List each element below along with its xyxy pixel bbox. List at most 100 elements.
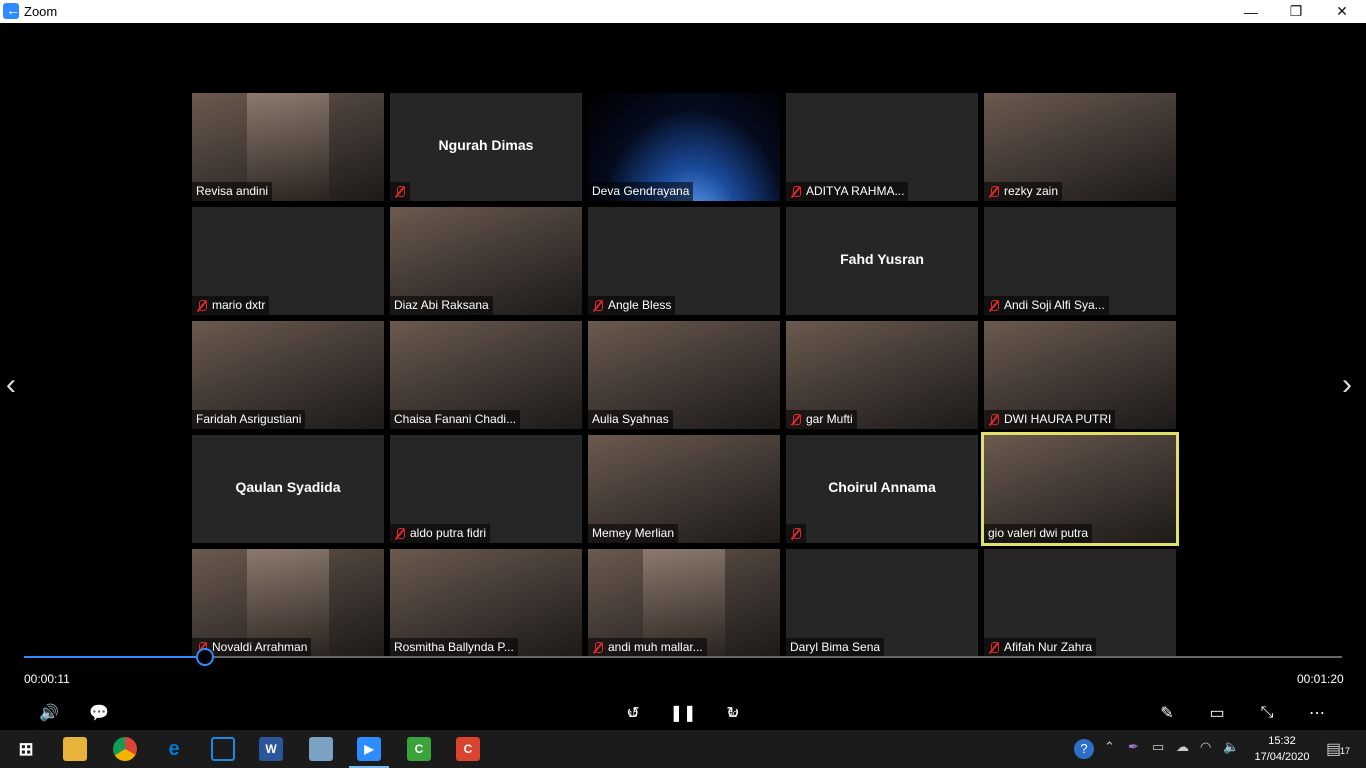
forward-30-button[interactable]: ↻ 30 (721, 702, 745, 724)
participant-label: Rosmitha Ballynda P... (390, 638, 518, 657)
participant-center-name: Ngurah Dimas (438, 137, 534, 153)
speaker-icon[interactable]: 🔈 (1223, 739, 1239, 755)
participant-tile[interactable]: Afifah Nur Zahra (984, 549, 1176, 657)
participant-tile[interactable]: Qaulan Syadida (192, 435, 384, 543)
camtasia-icon[interactable]: C (407, 737, 431, 761)
system-clock[interactable]: 15:32 17/04/2020 (1252, 733, 1312, 765)
participant-tile[interactable]: aldo putra fidri (390, 435, 582, 543)
muted-microphone-icon (790, 185, 802, 198)
close-button[interactable]: ✕ (1319, 0, 1365, 23)
participant-tile[interactable]: Angle Bless (588, 207, 780, 315)
participant-tile[interactable]: Andi Soji Alfi Sya... (984, 207, 1176, 315)
rewind-10-button[interactable]: ↺ 10 (621, 702, 645, 724)
volume-icon[interactable]: 🔊 (37, 702, 61, 724)
exit-fullscreen-icon[interactable]: ⤡ (1255, 702, 1279, 724)
chrome-icon[interactable] (113, 737, 137, 761)
participant-label: Revisa andini (192, 182, 273, 201)
participant-tile[interactable]: Diaz Abi Raksana (390, 207, 582, 315)
muted-microphone-icon (988, 299, 1000, 312)
participant-tile[interactable]: DWI HAURA PUTRI (984, 321, 1176, 429)
participant-tile[interactable]: Aulia Syahnas (588, 321, 780, 429)
participant-tile[interactable]: Deva Gendrayana (588, 93, 780, 201)
participant-name: Afifah Nur Zahra (1004, 640, 1093, 654)
participant-label: Memey Merlian (588, 524, 679, 543)
participant-tile[interactable]: mario dxtr (192, 207, 384, 315)
participant-tile[interactable]: ADITYA RAHMA... (786, 93, 978, 201)
participant-tile[interactable]: gio valeri dwi putra (981, 432, 1179, 546)
participant-tile[interactable]: Faridah Asrigustiani (192, 321, 384, 429)
onedrive-icon[interactable]: ☁ (1176, 739, 1189, 755)
restore-button[interactable]: ❐ (1273, 0, 1319, 23)
clock-date: 17/04/2020 (1254, 751, 1310, 763)
participant-center-name: Choirul Annama (828, 479, 936, 495)
participant-tile[interactable]: Memey Merlian (588, 435, 780, 543)
seek-bar[interactable] (24, 648, 1342, 666)
participant-label (390, 182, 410, 201)
camtasia-recorder-icon[interactable]: C (456, 737, 480, 761)
windows-start-icon[interactable]: ⊞ (14, 737, 38, 761)
zoom-taskbar-icon[interactable]: ▶ (357, 737, 381, 761)
video-stage: Revisa andini Ngurah Dimas Deva Gendrayana… (0, 23, 1366, 730)
next-page-arrow-icon[interactable]: › (1342, 368, 1352, 402)
participant-name: Daryl Bima Sena (790, 640, 881, 654)
rewind-seconds: 10 (628, 710, 638, 719)
participant-tile[interactable]: Fahd Yusran (786, 207, 978, 315)
participant-label: Chaisa Fanani Chadi... (390, 410, 521, 429)
edge-icon[interactable]: e (162, 737, 186, 761)
pen-tray-icon[interactable]: ✒ (1128, 739, 1139, 755)
participant-tile[interactable]: Revisa andini (192, 93, 384, 201)
participant-name: Andi Soji Alfi Sya... (1004, 298, 1105, 312)
participant-label: Angle Bless (588, 296, 676, 315)
help-icon[interactable]: ? (1074, 739, 1094, 759)
more-options-icon[interactable]: ⋯ (1305, 702, 1329, 724)
participant-label: DWI HAURA PUTRI (984, 410, 1116, 429)
file-explorer-icon[interactable] (63, 737, 87, 761)
remote-desktop-icon[interactable] (211, 737, 235, 761)
captions-icon[interactable]: 💬 (87, 702, 111, 724)
participant-label: Afifah Nur Zahra (984, 638, 1097, 657)
muted-microphone-icon (988, 413, 1000, 426)
back-arrow-icon[interactable]: ← (6, 2, 20, 18)
windows-taskbar: ⊞ e W ▶ C C ? ⌃ ✒ ▭ ☁ ◠ 🔈 15:32 17/04/20… (0, 730, 1366, 768)
forward-seconds: 30 (728, 710, 738, 719)
elapsed-time: 00:00:11 (24, 672, 70, 686)
participant-label: Andi Soji Alfi Sya... (984, 296, 1109, 315)
participant-name: Chaisa Fanani Chadi... (394, 412, 517, 426)
participant-tile[interactable]: Rosmitha Ballynda P... (390, 549, 582, 657)
participant-tile[interactable]: gar Mufti (786, 321, 978, 429)
action-center-icon[interactable]: ▤ (1326, 739, 1341, 759)
word-icon[interactable]: W (259, 737, 283, 761)
muted-microphone-icon (988, 185, 1000, 198)
participant-tile[interactable]: rezky zain (984, 93, 1176, 201)
participant-name: Rosmitha Ballynda P... (394, 640, 514, 654)
notification-count: 17 (1340, 746, 1351, 756)
participant-label: ADITYA RAHMA... (786, 182, 909, 201)
participant-name: Memey Merlian (592, 526, 675, 540)
previous-page-arrow-icon[interactable]: ‹ (6, 368, 16, 402)
participant-label: andi muh mallar... (588, 638, 707, 657)
battery-icon[interactable]: ▭ (1152, 739, 1164, 755)
participant-tile[interactable]: Novaldi Arrahman (192, 549, 384, 657)
participant-label: Diaz Abi Raksana (390, 296, 493, 315)
wifi-icon[interactable]: ◠ (1200, 739, 1211, 755)
participant-tile[interactable]: Daryl Bima Sena (786, 549, 978, 657)
minimize-button[interactable]: — (1228, 0, 1274, 23)
participant-tile[interactable]: andi muh mallar... (588, 549, 780, 657)
notepad-icon[interactable] (309, 737, 333, 761)
participant-tile[interactable]: Ngurah Dimas (390, 93, 582, 201)
participant-name: Angle Bless (608, 298, 672, 312)
pen-icon[interactable]: ✎ (1155, 702, 1179, 724)
participant-label: mario dxtr (192, 296, 270, 315)
show-hidden-icons-icon[interactable]: ⌃ (1104, 739, 1115, 755)
participant-label: Deva Gendrayana (588, 182, 694, 201)
muted-microphone-icon (394, 185, 406, 198)
participant-tile[interactable]: Choirul Annama (786, 435, 978, 543)
participant-label: gio valeri dwi putra (984, 524, 1093, 543)
pause-icon[interactable]: ❚❚ (670, 702, 697, 724)
participant-center-name: Fahd Yusran (840, 251, 924, 267)
participant-tile[interactable]: Chaisa Fanani Chadi... (390, 321, 582, 429)
participant-name: DWI HAURA PUTRI (1004, 412, 1112, 426)
picture-in-picture-icon[interactable]: ▭ (1205, 702, 1229, 724)
muted-microphone-icon (790, 527, 802, 540)
muted-microphone-icon (592, 641, 604, 654)
